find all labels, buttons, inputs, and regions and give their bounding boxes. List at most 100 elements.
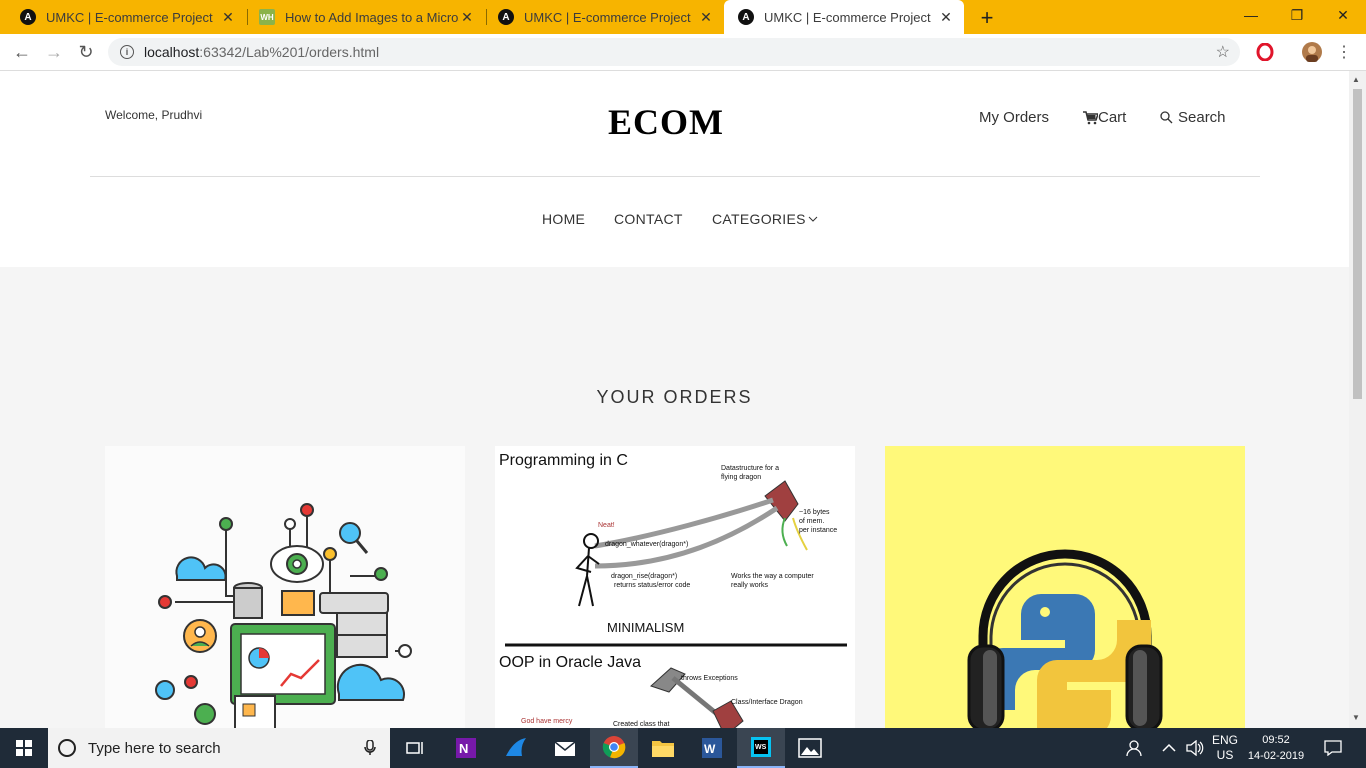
bookmark-star-icon[interactable]: ☆ xyxy=(1216,42,1230,62)
order-item-1-image[interactable] xyxy=(105,446,465,728)
webstorm-icon[interactable]: WS xyxy=(737,728,785,768)
order-item-2-image[interactable]: Programming in C Datastructure for a fly… xyxy=(495,446,855,728)
restore-icon[interactable]: ❐ xyxy=(1274,0,1320,30)
comic-ds-line1: Datastructure for a xyxy=(721,465,779,472)
welcome-text: Welcome, Prudhvi xyxy=(105,108,203,122)
cart-icon xyxy=(1083,110,1098,124)
scroll-down-icon[interactable]: ▼ xyxy=(1352,713,1360,722)
comic-heading-c: Programming in C xyxy=(499,452,628,469)
reload-icon[interactable]: ↻ xyxy=(74,40,98,64)
photos-icon[interactable] xyxy=(786,728,834,768)
comic-minimalism: MINIMALISM xyxy=(607,620,684,635)
comic-bytes1: ~16 bytes xyxy=(799,509,830,516)
opera-extension-icon[interactable] xyxy=(1255,42,1275,62)
comic-works2: really works xyxy=(731,582,768,589)
close-tab-icon[interactable]: ✕ xyxy=(459,9,475,26)
programming-comic-icon: Programming in C Datastructure for a fly… xyxy=(499,452,847,728)
comic-created: Created class that xyxy=(613,721,669,728)
url-host: localhost xyxy=(144,44,200,60)
search-icon xyxy=(1160,111,1173,124)
close-window-icon[interactable]: ✕ xyxy=(1320,0,1366,30)
tab-favicon-icon: A xyxy=(20,9,36,25)
tab-title: UMKC | E-commerce Project xyxy=(764,9,931,25)
url-bar[interactable]: i localhost:63342/Lab%201/orders.html ☆ xyxy=(108,38,1240,66)
comic-whatever: dragon_whatever(dragon*) xyxy=(605,541,688,548)
comic-bytes3: per instance xyxy=(799,527,837,534)
chevron-down-icon xyxy=(808,216,818,222)
header-divider xyxy=(90,176,1260,177)
new-tab-icon[interactable]: + xyxy=(976,5,998,31)
site-info-icon[interactable]: i xyxy=(120,45,134,59)
nav-categories-label: CATEGORIES xyxy=(712,211,806,227)
tab-favicon-icon: A xyxy=(498,9,514,25)
windows-start-icon[interactable] xyxy=(0,728,48,768)
python-headphones-icon xyxy=(967,549,1163,728)
comic-classiface: Class/Interface Dragon xyxy=(731,699,803,706)
close-tab-icon[interactable]: ✕ xyxy=(220,9,236,26)
clock-date: 14-02-2019 xyxy=(1247,750,1305,762)
browser-tab-1[interactable]: A UMKC | E-commerce Project ✕ xyxy=(6,0,246,34)
tab-favicon-icon: WH xyxy=(259,9,275,25)
site-logo[interactable]: ECOM xyxy=(608,101,724,143)
svg-text:N: N xyxy=(459,741,468,756)
close-tab-icon[interactable]: ✕ xyxy=(698,9,714,26)
volume-icon[interactable] xyxy=(1186,728,1204,768)
nav-home[interactable]: HOME xyxy=(542,211,585,227)
scroll-up-icon[interactable]: ▲ xyxy=(1352,75,1360,84)
comic-ds-line2: flying dragon xyxy=(721,474,761,481)
taskbar-search-input[interactable]: Type here to search xyxy=(48,728,390,768)
orders-heading: YOUR ORDERS xyxy=(596,387,753,407)
comic-rise2: returns status/error code xyxy=(614,582,690,589)
taskbar-search-placeholder: Type here to search xyxy=(88,739,221,757)
order-item-3-image[interactable] xyxy=(885,446,1245,728)
language-code: ENG xyxy=(1212,733,1239,747)
action-center-icon[interactable] xyxy=(1324,728,1342,768)
comic-mercy: God have mercy xyxy=(521,718,573,725)
forward-arrow-icon[interactable]: → xyxy=(42,40,66,64)
nav-categories[interactable]: CATEGORIES xyxy=(712,211,818,227)
language-indicator[interactable]: ENG US xyxy=(1212,728,1238,768)
comic-works1: Works the way a computer xyxy=(731,573,814,580)
tab-title: UMKC | E-commerce Project xyxy=(524,9,691,25)
chrome-icon[interactable] xyxy=(590,728,638,768)
tab-title: UMKC | E-commerce Project xyxy=(46,9,213,25)
address-bar-row: ← → ↻ i localhost:63342/Lab%201/orders.h… xyxy=(0,34,1366,71)
browser-tab-bar: A UMKC | E-commerce Project ✕ WH How to … xyxy=(0,0,1366,34)
search-label: Search xyxy=(1178,109,1226,126)
svg-text:WS: WS xyxy=(755,744,767,751)
nav-contact[interactable]: CONTACT xyxy=(614,211,683,227)
page-scrollbar[interactable]: ▲ ▼ xyxy=(1349,71,1366,728)
system-clock[interactable]: 09:52 14-02-2019 xyxy=(1240,732,1312,764)
tab-favicon-icon: A xyxy=(738,9,754,25)
keyboard-region: US xyxy=(1216,748,1234,762)
url-path: :63342/Lab%201/orders.html xyxy=(199,44,380,60)
close-tab-icon[interactable]: ✕ xyxy=(938,9,954,26)
browser-menu-icon[interactable]: ⋮ xyxy=(1334,42,1354,62)
cart-link[interactable]: Cart xyxy=(1083,109,1126,126)
browser-tab-4-active[interactable]: A UMKC | E-commerce Project ✕ xyxy=(724,0,964,34)
search-link[interactable]: Search xyxy=(1160,109,1226,126)
svg-text:W: W xyxy=(704,742,716,756)
browser-tab-2[interactable]: WH How to Add Images to a Microso ✕ xyxy=(245,0,485,34)
task-view-icon[interactable] xyxy=(392,728,440,768)
comic-bytes2: of mem. xyxy=(799,518,824,525)
profile-avatar-icon[interactable] xyxy=(1302,42,1322,62)
browser-tab-3[interactable]: A UMKC | E-commerce Project ✕ xyxy=(484,0,724,34)
file-explorer-icon[interactable] xyxy=(639,728,687,768)
mail-icon[interactable] xyxy=(541,728,589,768)
show-hidden-icons-chevron-icon[interactable] xyxy=(1162,728,1176,768)
my-orders-link[interactable]: My Orders xyxy=(979,109,1049,126)
people-icon[interactable] xyxy=(1126,728,1144,768)
onenote-icon[interactable]: N xyxy=(442,728,490,768)
minimize-icon[interactable]: — xyxy=(1228,0,1274,30)
comic-neat: Neat! xyxy=(598,522,615,529)
comic-heading-java: OOP in Oracle Java xyxy=(499,654,641,671)
edge-shark-icon[interactable] xyxy=(492,728,540,768)
back-arrow-icon[interactable]: ← xyxy=(10,40,34,64)
comic-throws: throws Exceptions xyxy=(681,675,738,682)
tab-title: How to Add Images to a Microso xyxy=(285,9,459,25)
microphone-icon[interactable] xyxy=(364,740,376,756)
cortana-icon xyxy=(58,739,76,757)
word-icon[interactable]: W xyxy=(688,728,736,768)
scrollbar-thumb[interactable] xyxy=(1353,89,1362,399)
